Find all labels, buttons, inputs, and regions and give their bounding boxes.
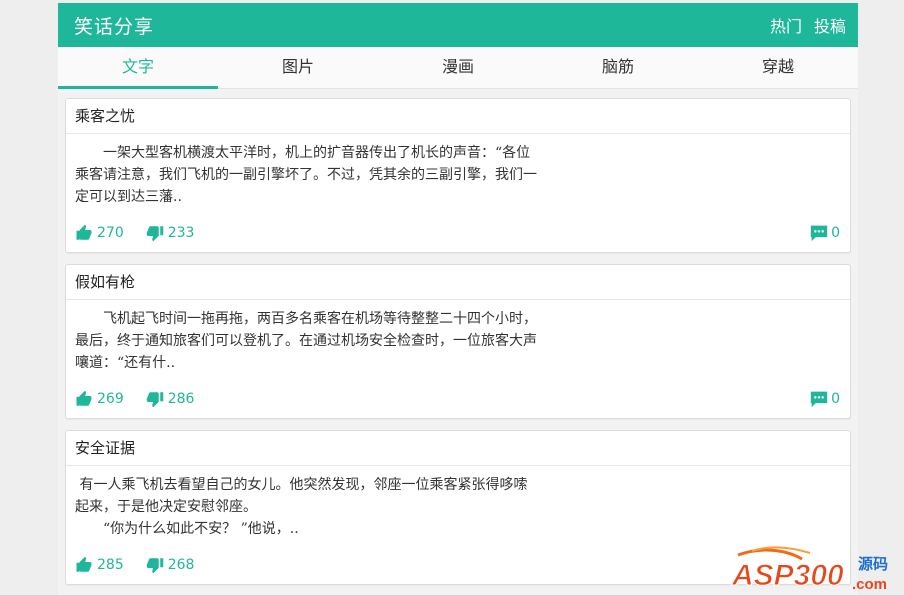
post-excerpt: 有一人乘飞机去看望自己的女儿。他突然发现，邻座一位乘客紧张得哆嗦起来，于是他决定… [75, 477, 528, 537]
post-footer: 269 286 0 [75, 388, 840, 410]
post-card[interactable]: 假如有枪 飞机起飞时间一拖再拖，两百多名乘客在机场等待整整二十四个小时，最后，终… [65, 264, 851, 419]
thumbs-up-icon [76, 224, 92, 240]
comment-icon [810, 391, 828, 408]
post-excerpt: 一架大型客机横渡太平洋时，机上的扩音器传出了机长的声音：“各位乘客请注意，我们飞… [75, 145, 537, 205]
comment-button[interactable]: 0 [809, 224, 840, 242]
watermark-domain: .com [852, 576, 887, 593]
app: 笑话分享 热门 投稿 文字 图片 漫画 脑筋 穿越 乘客之忧 一架大型客机横渡太… [58, 3, 858, 595]
top-bar: 笑话分享 热门 投稿 [58, 3, 858, 47]
submit-link[interactable]: 投稿 [814, 13, 846, 37]
post-title: 安全证据 [66, 431, 850, 466]
comment-button[interactable]: 0 [809, 390, 840, 408]
watermark-brand: ASP300 [731, 559, 844, 592]
tab-comics[interactable]: 漫画 [378, 47, 538, 88]
tab-time-travel[interactable]: 穿越 [698, 47, 858, 88]
thumbs-down-icon [146, 558, 163, 574]
tab-brainteasers[interactable]: 脑筋 [538, 47, 698, 88]
dislike-button[interactable]: 268 [146, 556, 195, 574]
like-button[interactable]: 270 [75, 224, 124, 242]
post-list: 乘客之忧 一架大型客机横渡太平洋时，机上的扩音器传出了机长的声音：“各位乘客请注… [58, 89, 858, 585]
post-excerpt: 飞机起飞时间一拖再拖，两百多名乘客在机场等待整整二十四个小时，最后，终于通知旅客… [75, 311, 537, 371]
tab-text[interactable]: 文字 [58, 47, 218, 89]
thumbs-up-icon [76, 390, 92, 406]
like-count: 285 [97, 557, 124, 573]
category-tabs: 文字 图片 漫画 脑筋 穿越 [58, 47, 858, 89]
dislike-button[interactable]: 286 [146, 390, 195, 408]
like-count: 270 [97, 225, 124, 241]
thumbs-up-icon [76, 556, 92, 572]
comment-count: 0 [831, 391, 840, 407]
post-footer: 285 268 [75, 554, 840, 576]
post-card[interactable]: 乘客之忧 一架大型客机横渡太平洋时，机上的扩音器传出了机长的声音：“各位乘客请注… [65, 98, 851, 253]
comment-count: 0 [831, 225, 840, 241]
post-footer: 270 233 0 [75, 222, 840, 244]
post-title: 假如有枪 [66, 265, 850, 300]
thumbs-down-icon [146, 226, 163, 242]
header-actions: 热门 投稿 [770, 13, 846, 37]
like-button[interactable]: 285 [75, 556, 124, 574]
app-title: 笑话分享 [74, 15, 155, 38]
dislike-button[interactable]: 233 [146, 224, 195, 242]
dislike-count: 286 [167, 391, 195, 407]
post-title: 乘客之忧 [66, 99, 850, 134]
dislike-count: 268 [167, 557, 195, 573]
watermark-suffix: 源码 [858, 555, 888, 573]
comment-icon [810, 225, 828, 242]
thumbs-down-icon [146, 392, 163, 408]
like-count: 269 [97, 391, 124, 407]
hot-link[interactable]: 热门 [770, 13, 802, 37]
site-watermark-logo: ASP300 源码 .com [731, 546, 888, 593]
tab-images[interactable]: 图片 [218, 47, 378, 88]
dislike-count: 233 [167, 225, 195, 241]
like-button[interactable]: 269 [75, 390, 124, 408]
